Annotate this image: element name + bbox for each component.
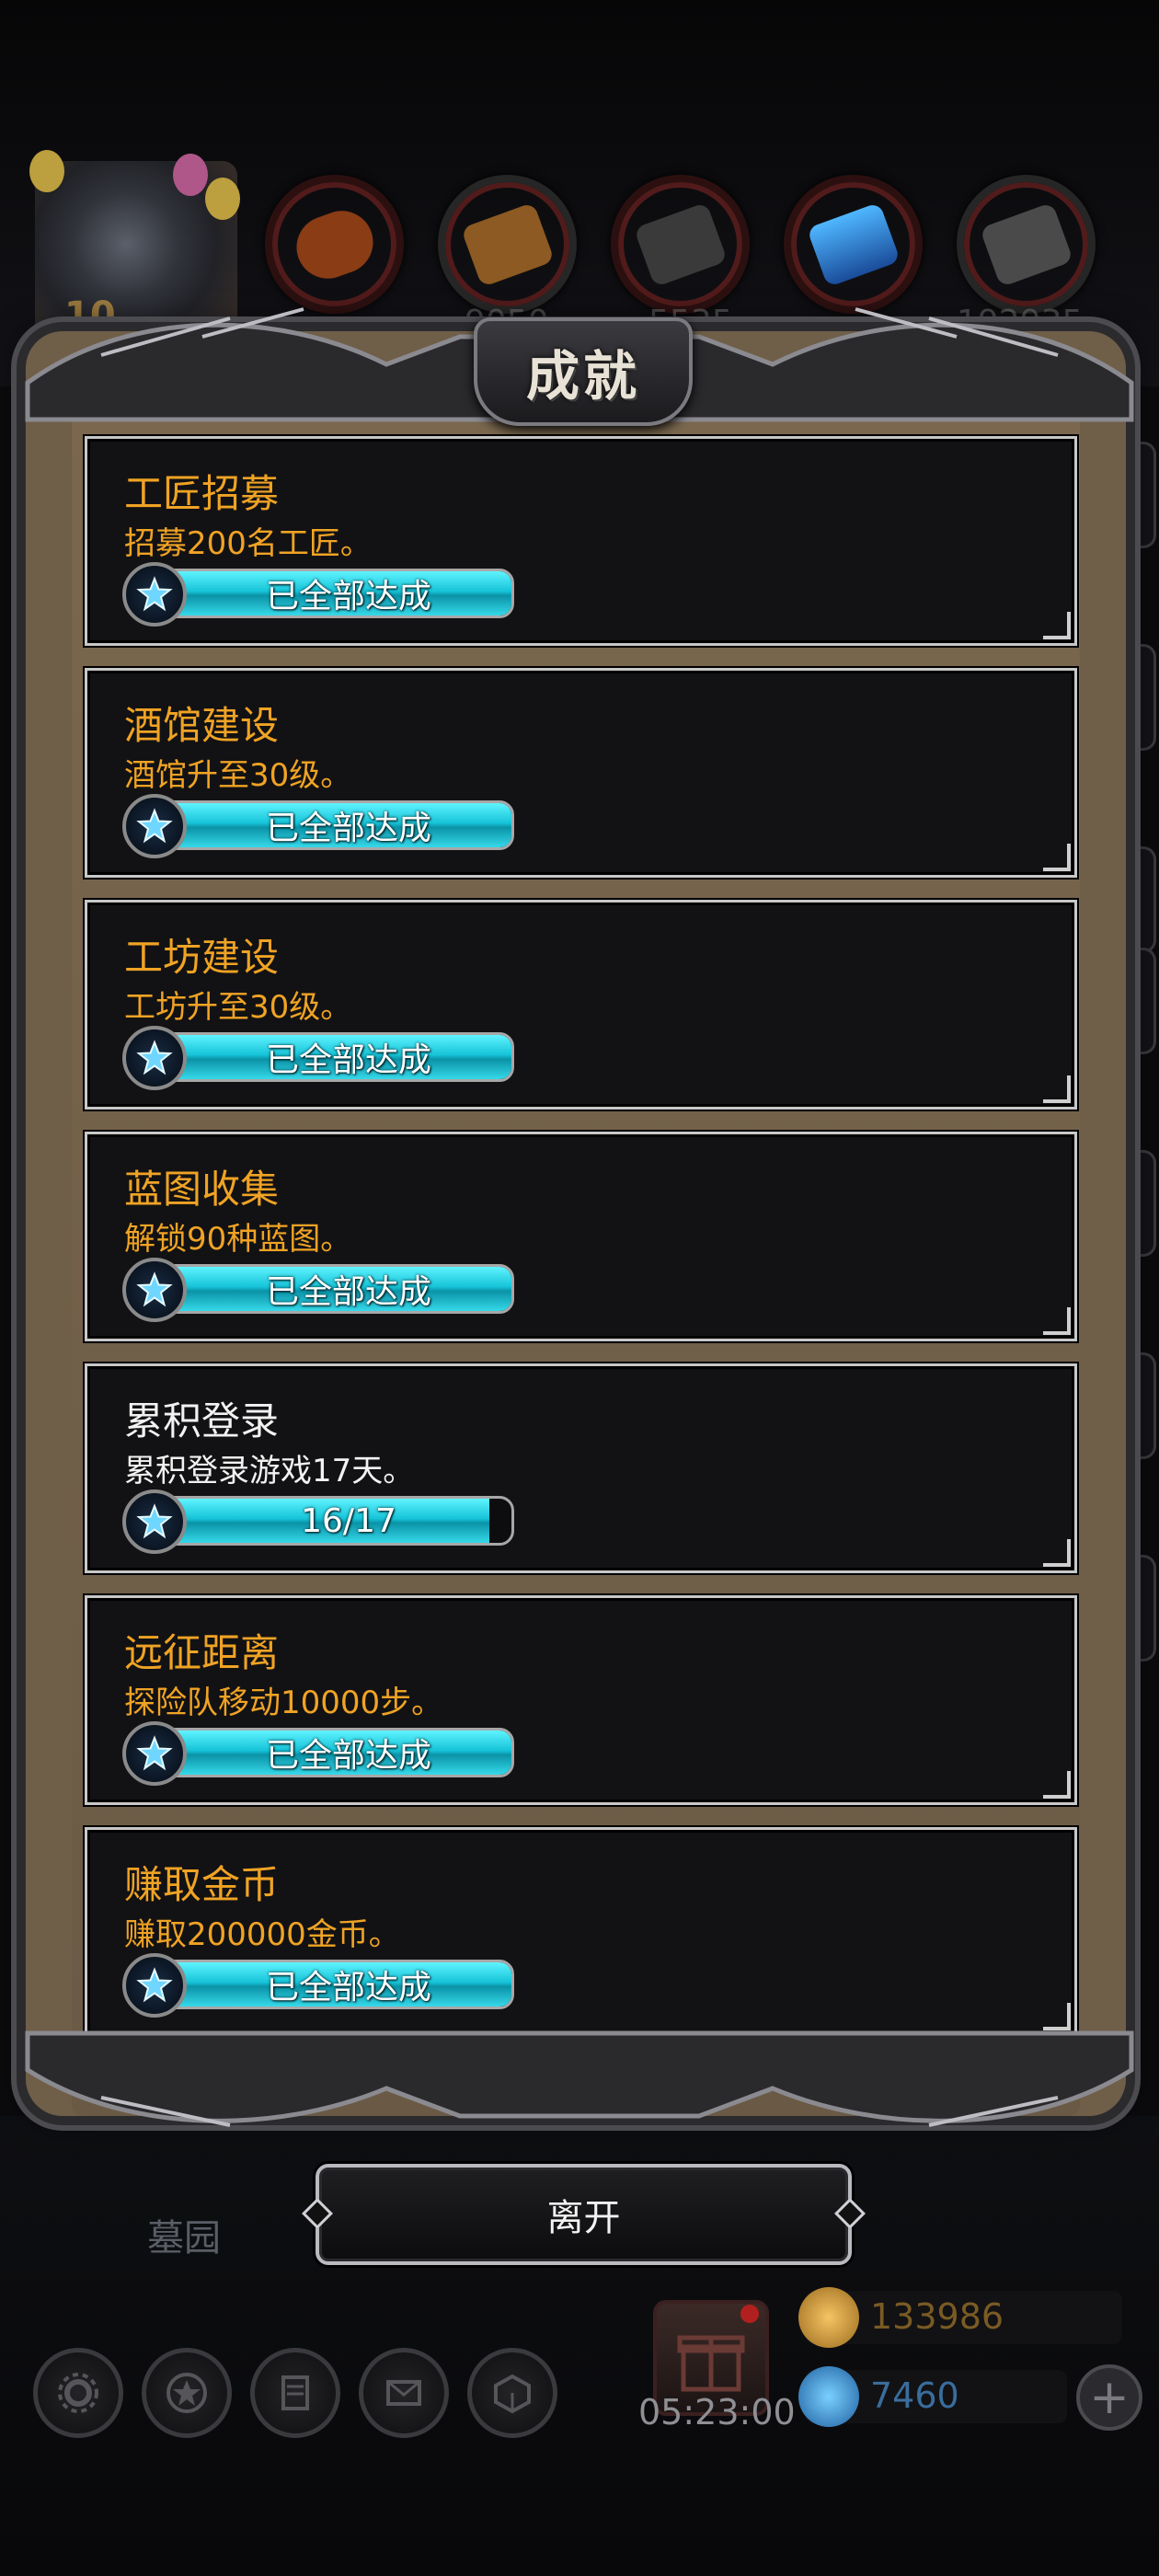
achievement-name: 蓝图收集 (124, 1167, 280, 1212)
mail-icon[interactable] (359, 2348, 449, 2438)
star-icon (122, 1489, 187, 1554)
package-icon[interactable] (467, 2348, 557, 2438)
star-icon (122, 794, 187, 858)
crystal-icon[interactable] (784, 175, 923, 314)
balloon-icon (29, 150, 64, 192)
balloon-icon (205, 178, 240, 220)
gem-icon (798, 2366, 859, 2427)
settings-icon[interactable] (33, 2348, 123, 2438)
achievement-name: 工坊建设 (124, 935, 280, 980)
gold-amount: 133986 (870, 2296, 1004, 2337)
progress-label: 16/17 (301, 1501, 396, 1540)
progress-label: 已全部达成 (265, 1737, 431, 1775)
progress-label: 已全部达成 (265, 1273, 431, 1311)
location-label: 墓园 (147, 2217, 221, 2260)
achievement-card[interactable]: 工匠招募招募200名工匠。已全部达成 (85, 436, 1077, 646)
achievement-name: 酒馆建设 (124, 703, 280, 748)
achievement-card[interactable]: 工坊建设工坊升至30级。已全部达成 (85, 900, 1077, 1110)
achievement-description: 酒馆升至30级。 (124, 757, 352, 794)
dialog-title: 成就 (525, 345, 640, 408)
achievement-description: 工坊升至30级。 (124, 989, 352, 1026)
progress-label: 已全部达成 (265, 1041, 431, 1079)
star-icon (122, 1026, 187, 1090)
achievement-description: 探险队移动10000步。 (124, 1685, 443, 1721)
achievement-name: 累积登录 (124, 1398, 280, 1443)
codex-icon[interactable] (250, 2348, 340, 2438)
star-icon (122, 1953, 187, 2018)
gem-amount: 7460 (870, 2375, 959, 2416)
gold-coin-icon (798, 2287, 859, 2348)
achievement-name: 工匠招募 (124, 471, 280, 516)
achievement-name: 赚取金币 (124, 1862, 280, 1907)
achievement-description: 赚取200000金币。 (124, 1916, 400, 1953)
achievement-card[interactable]: 蓝图收集解锁90种蓝图。已全部达成 (85, 1132, 1077, 1341)
achievement-name: 远征距离 (124, 1630, 280, 1675)
progress-label: 已全部达成 (265, 810, 431, 847)
achievement-card[interactable]: 赚取金币赚取200000金币。已全部达成 (85, 1827, 1077, 2037)
iron-icon[interactable] (611, 175, 750, 314)
gift-timer: 05:23:00 (638, 2392, 796, 2432)
progress-label: 已全部达成 (265, 1969, 431, 2007)
star-icon (122, 562, 187, 627)
achievement-card[interactable]: 远征距离探险队移动10000步。已全部达成 (85, 1595, 1077, 1805)
achievement-description: 累积登录游戏17天。 (124, 1453, 415, 1489)
star-icon (122, 1721, 187, 1786)
add-currency-button[interactable]: + (1076, 2364, 1142, 2431)
leave-button[interactable]: 离开 (316, 2164, 852, 2265)
star-icon (122, 1258, 187, 1322)
plank-icon[interactable] (438, 175, 577, 314)
achievement-card[interactable]: 酒馆建设酒馆升至30级。已全部达成 (85, 668, 1077, 878)
progress-label: 已全部达成 (265, 578, 431, 615)
dialog-title-plate: 成就 (474, 317, 693, 426)
balloon-icon (173, 154, 208, 196)
wood-icon[interactable] (265, 175, 404, 314)
notification-dot (740, 2305, 759, 2323)
achievement-description: 招募200名工匠。 (124, 525, 372, 562)
achievement-description: 解锁90种蓝图。 (124, 1221, 352, 1258)
achievement-star-icon[interactable] (142, 2348, 232, 2438)
achievement-card[interactable]: 累积登录累积登录游戏17天。 16/17 (85, 1363, 1077, 1573)
steel-icon[interactable] (957, 175, 1096, 314)
